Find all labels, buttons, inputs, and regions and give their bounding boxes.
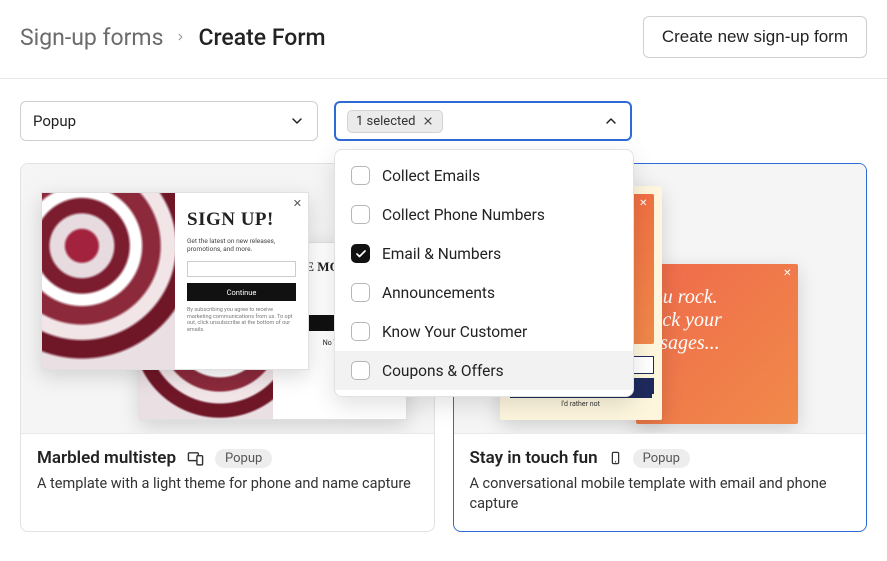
breadcrumb: Sign-up forms Create Form xyxy=(20,24,325,51)
tag-option-label: Collect Phone Numbers xyxy=(382,206,545,224)
tag-option[interactable]: Coupons & Offers xyxy=(335,351,633,390)
template-description: A template with a light theme for phone … xyxy=(37,474,418,494)
checkbox-icon[interactable] xyxy=(351,244,370,263)
tag-select[interactable]: 1 selected xyxy=(334,101,632,141)
tag-option[interactable]: Email & Numbers xyxy=(335,234,633,273)
template-description: A conversational mobile template with em… xyxy=(470,474,851,513)
mobile-icon xyxy=(608,449,623,467)
checkbox-icon[interactable] xyxy=(351,322,370,341)
tag-option-label: Coupons & Offers xyxy=(382,362,504,380)
breadcrumb-root[interactable]: Sign-up forms xyxy=(20,24,163,51)
desktop-mobile-icon xyxy=(186,450,205,467)
template-type-badge: Popup xyxy=(633,449,690,468)
checkbox-icon[interactable] xyxy=(351,361,370,380)
template-title: Stay in touch fun xyxy=(470,448,598,468)
close-icon[interactable] xyxy=(421,115,434,128)
tag-option-label: Collect Emails xyxy=(382,167,480,185)
tag-option[interactable]: Collect Emails xyxy=(335,156,633,195)
chevron-up-icon xyxy=(603,113,619,129)
chevron-right-icon xyxy=(175,28,186,46)
template-type-badge: Popup xyxy=(215,449,272,468)
breadcrumb-current: Create Form xyxy=(198,24,325,51)
tag-option[interactable]: Announcements xyxy=(335,273,633,312)
chevron-down-icon xyxy=(289,113,305,129)
tag-option-label: Email & Numbers xyxy=(382,245,501,263)
checkbox-icon[interactable] xyxy=(351,166,370,185)
tag-option[interactable]: Collect Phone Numbers xyxy=(335,195,633,234)
tag-option[interactable]: Know Your Customer xyxy=(335,312,633,351)
tag-option-label: Announcements xyxy=(382,284,495,302)
type-select-value: Popup xyxy=(33,112,76,130)
tag-option-label: Know Your Customer xyxy=(382,323,527,341)
checkbox-icon[interactable] xyxy=(351,283,370,302)
tag-select-chip[interactable]: 1 selected xyxy=(347,110,443,133)
template-title: Marbled multistep xyxy=(37,448,176,468)
type-select[interactable]: Popup xyxy=(20,101,318,141)
tag-select-dropdown: Collect Emails Collect Phone Numbers Email… xyxy=(334,149,634,397)
create-new-signup-form-button[interactable]: Create new sign-up form xyxy=(643,16,867,58)
tag-select-chip-label: 1 selected xyxy=(356,114,415,129)
checkbox-icon[interactable] xyxy=(351,205,370,224)
